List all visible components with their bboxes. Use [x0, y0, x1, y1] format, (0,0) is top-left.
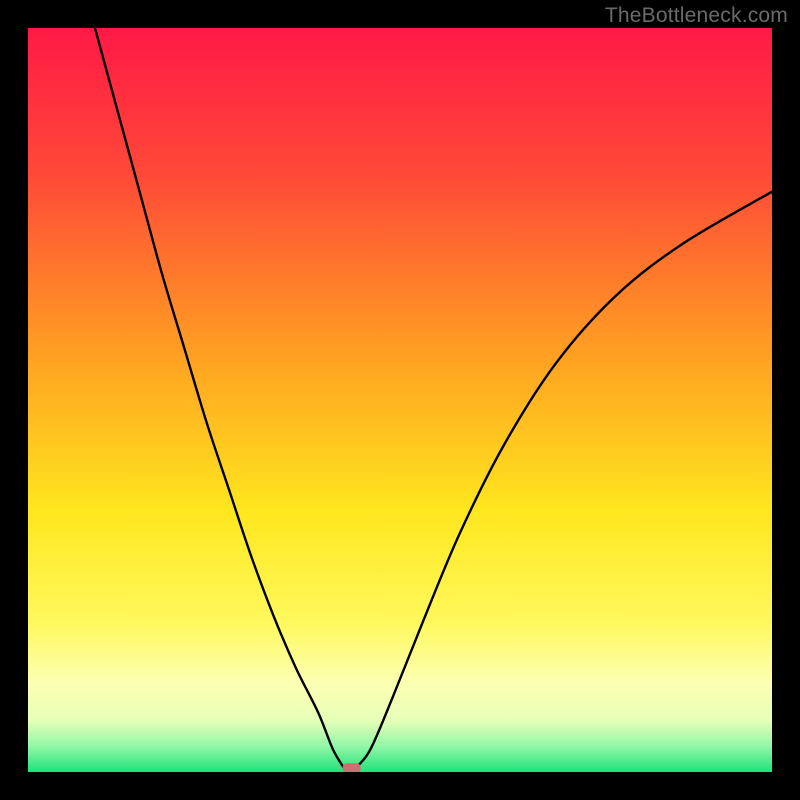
- chart-frame: TheBottleneck.com: [0, 0, 800, 800]
- bottleneck-chart: [28, 28, 772, 772]
- minimum-marker: [343, 763, 361, 772]
- gradient-background: [28, 28, 772, 772]
- plot-area: [28, 28, 772, 772]
- watermark-text: TheBottleneck.com: [605, 4, 788, 28]
